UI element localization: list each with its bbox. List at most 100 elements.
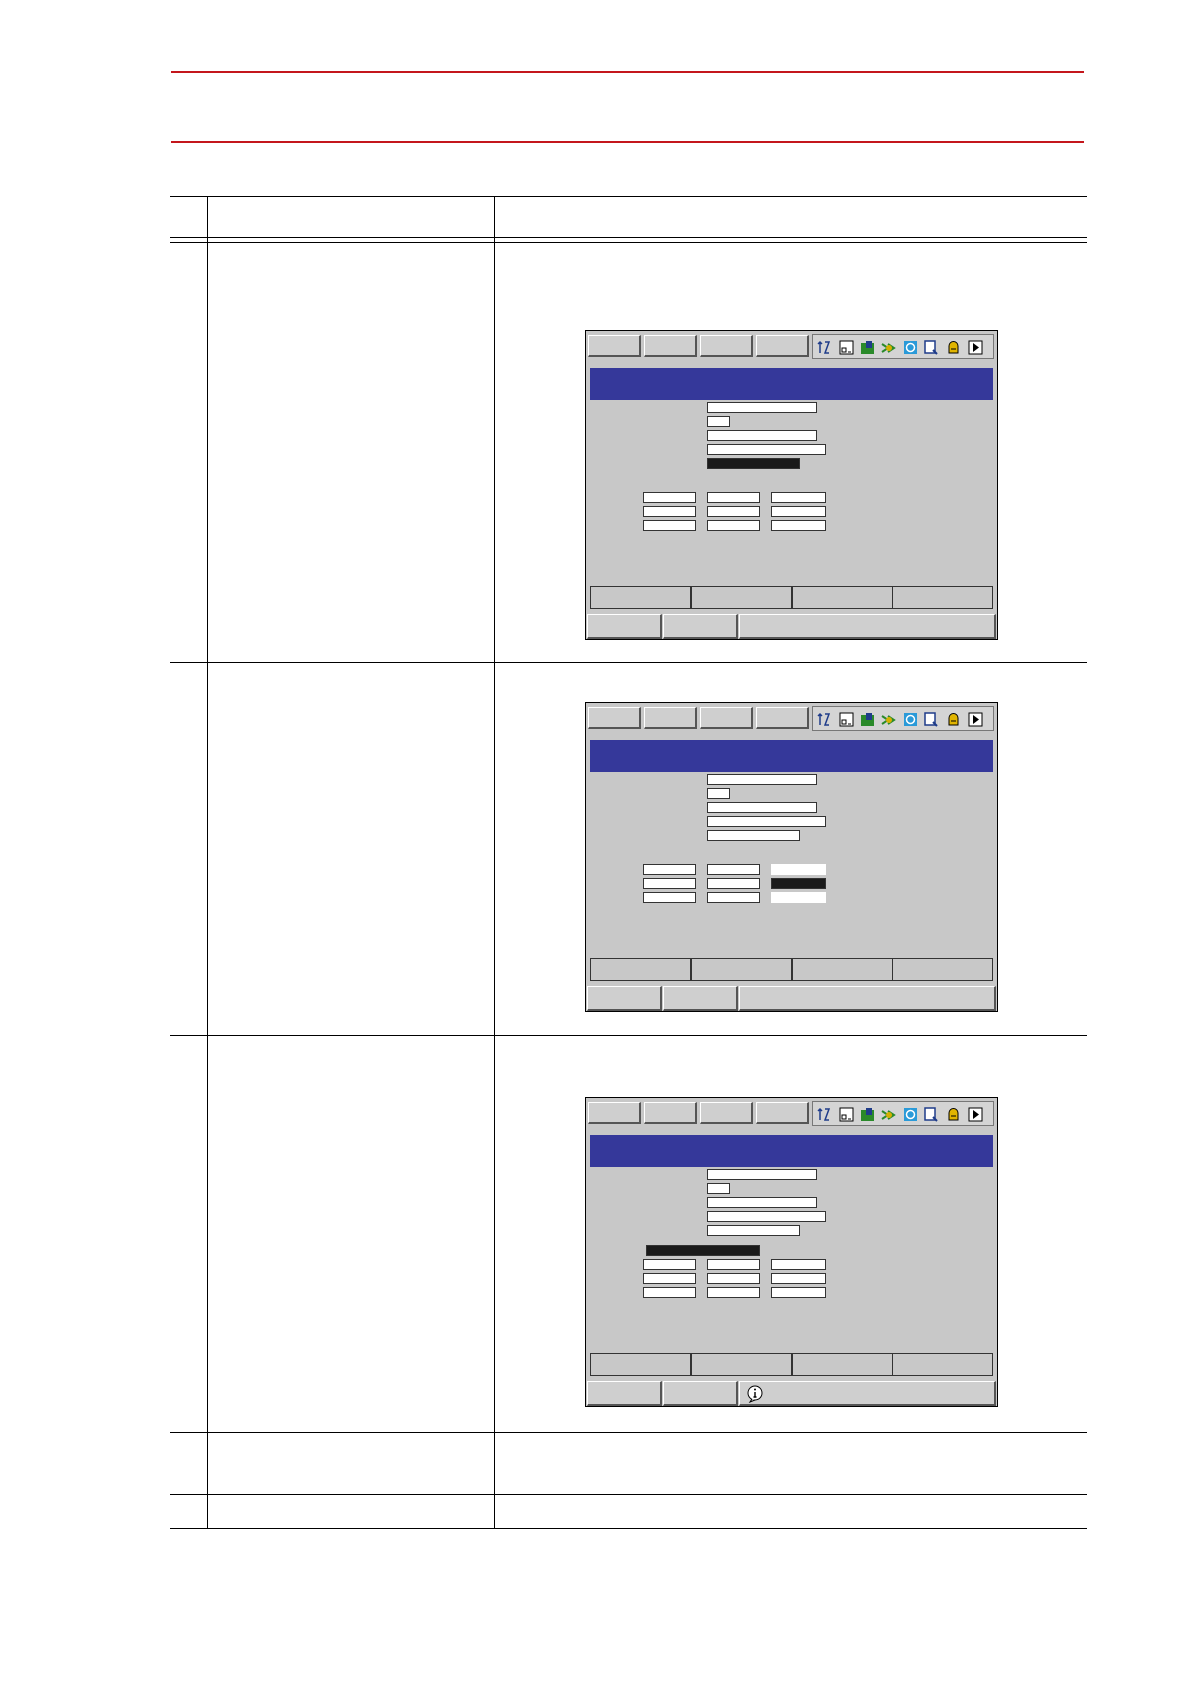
function-key-4[interactable]: [892, 958, 993, 981]
menu-button-4[interactable]: [756, 707, 809, 729]
play-icon: [968, 712, 983, 727]
function-key-3[interactable]: [792, 586, 893, 609]
grid-col3-row2[interactable]: [771, 878, 826, 889]
menu-button-2[interactable]: [644, 1102, 697, 1124]
mode-icon: [817, 340, 831, 354]
function-key-1[interactable]: [590, 586, 691, 609]
screen-content: [590, 1167, 993, 1353]
pendant-screen-1: [585, 330, 998, 640]
play-icon: [968, 340, 983, 355]
grid-col2-row2[interactable]: [707, 506, 760, 517]
menu-button-1[interactable]: [588, 1102, 641, 1124]
grid-col2-row3[interactable]: [707, 892, 760, 903]
function-key-3[interactable]: [792, 958, 893, 981]
main-field-2[interactable]: [707, 416, 730, 427]
function-key-2[interactable]: [691, 958, 792, 981]
status-icon: [904, 713, 917, 726]
grid-col1-row2[interactable]: [643, 878, 696, 889]
function-key-row: [590, 1353, 993, 1376]
bottom-button-2[interactable]: [663, 1381, 738, 1406]
grid-col1-row1[interactable]: [643, 492, 696, 503]
grid-col3-row1[interactable]: [771, 864, 826, 875]
menu-button-3[interactable]: [700, 1102, 753, 1124]
info-icon: [747, 1385, 763, 1403]
status-icon: [904, 1108, 917, 1121]
main-field-1[interactable]: [707, 1169, 817, 1180]
grid-col2-row1[interactable]: [707, 864, 760, 875]
message-area: [739, 1381, 996, 1406]
grid-col3-row3[interactable]: [771, 520, 826, 531]
function-key-2[interactable]: [691, 1353, 792, 1376]
grid-col2-row2[interactable]: [707, 878, 760, 889]
mode-icon: [817, 712, 831, 726]
main-field-4[interactable]: [707, 1211, 826, 1222]
function-key-4[interactable]: [892, 1353, 993, 1376]
grid-col1-row3[interactable]: [643, 892, 696, 903]
message-area: [739, 614, 996, 639]
grid-col3-row3[interactable]: [771, 892, 826, 903]
status-icon-bar: [812, 1101, 994, 1126]
grid-col1-row3[interactable]: [643, 520, 696, 531]
main-field-3[interactable]: [707, 802, 817, 813]
bottom-bar: [586, 1381, 997, 1406]
main-field-5[interactable]: [707, 1225, 800, 1236]
menu-button-2[interactable]: [644, 707, 697, 729]
grid-col1-row1[interactable]: [643, 1259, 696, 1270]
grid-col1-row2[interactable]: [643, 506, 696, 517]
page-icon: [839, 1107, 854, 1122]
main-field-1[interactable]: [707, 774, 817, 785]
function-key-1[interactable]: [590, 958, 691, 981]
grid-col2-row3[interactable]: [707, 520, 760, 531]
grid-col3-row1[interactable]: [771, 1259, 826, 1270]
grid-col2-row2[interactable]: [707, 1273, 760, 1284]
function-key-4[interactable]: [892, 586, 993, 609]
grid-col1-row3[interactable]: [643, 1287, 696, 1298]
screen-content: [590, 400, 993, 586]
function-key-row: [590, 958, 993, 981]
main-field-4[interactable]: [707, 444, 826, 455]
grid-col2-row3[interactable]: [707, 1287, 760, 1298]
grid-header[interactable]: [646, 1245, 760, 1256]
bottom-button-1[interactable]: [587, 1381, 662, 1406]
menu-button-2[interactable]: [644, 335, 697, 357]
bottom-button-2[interactable]: [663, 986, 738, 1011]
function-key-2[interactable]: [691, 586, 792, 609]
function-key-1[interactable]: [590, 1353, 691, 1376]
grid-col1-row1[interactable]: [643, 864, 696, 875]
cycle-icon: [861, 341, 874, 354]
main-field-1[interactable]: [707, 402, 817, 413]
main-field-5[interactable]: [707, 830, 800, 841]
page-icon: [839, 340, 854, 355]
status-icon-bar: [812, 706, 994, 731]
grid-col3-row1[interactable]: [771, 492, 826, 503]
bottom-button-1[interactable]: [587, 986, 662, 1011]
screen-title-bar: [590, 368, 993, 400]
menu-button-3[interactable]: [700, 335, 753, 357]
grid-col2-row1[interactable]: [707, 1259, 760, 1270]
grid-col1-row2[interactable]: [643, 1273, 696, 1284]
menu-button-3[interactable]: [700, 707, 753, 729]
memory-icon: [924, 340, 938, 355]
main-field-5[interactable]: [707, 458, 800, 469]
pendant-screen-3: [585, 1097, 998, 1407]
menu-button-1[interactable]: [588, 335, 641, 357]
menu-button-4[interactable]: [756, 335, 809, 357]
main-field-4[interactable]: [707, 816, 826, 827]
bottom-button-1[interactable]: [587, 614, 662, 639]
main-field-2[interactable]: [707, 1183, 730, 1194]
bottom-button-2[interactable]: [663, 614, 738, 639]
grid-col3-row2[interactable]: [771, 506, 826, 517]
cycle-icon: [861, 713, 874, 726]
menu-button-4[interactable]: [756, 1102, 809, 1124]
menu-button-1[interactable]: [588, 707, 641, 729]
header-rule-top: [171, 71, 1084, 73]
play-icon: [968, 1107, 983, 1122]
main-field-3[interactable]: [707, 1197, 817, 1208]
main-field-3[interactable]: [707, 430, 817, 441]
main-field-2[interactable]: [707, 788, 730, 799]
grid-col3-row3[interactable]: [771, 1287, 826, 1298]
function-key-3[interactable]: [792, 1353, 893, 1376]
grid-col3-row2[interactable]: [771, 1273, 826, 1284]
security-icon: [948, 341, 959, 354]
grid-col2-row1[interactable]: [707, 492, 760, 503]
